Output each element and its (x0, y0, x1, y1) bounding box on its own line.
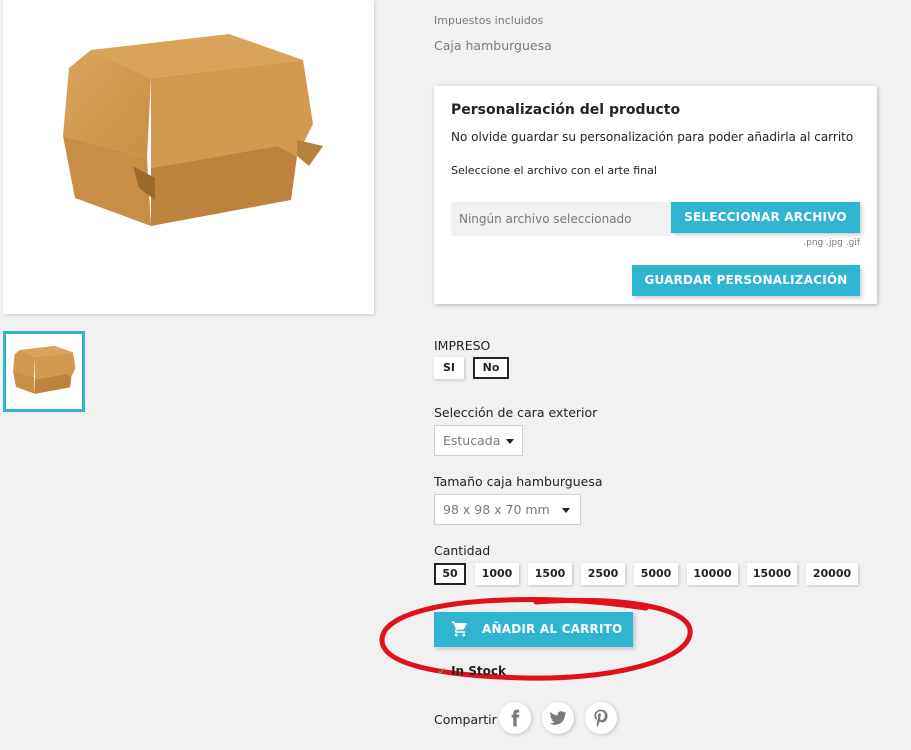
cara-exterior-label: Selección de cara exterior (434, 405, 598, 420)
tamano-value: 98 x 98 x 70 mm (443, 502, 550, 517)
file-label: Seleccione el archivo con el arte final (451, 164, 657, 177)
pinterest-share-button[interactable] (585, 702, 617, 734)
twitter-share-button[interactable] (542, 702, 574, 734)
chevron-down-icon (562, 508, 570, 513)
pinterest-icon (594, 709, 608, 728)
cantidad-option-1000[interactable]: 1000 (475, 563, 519, 585)
tamano-label: Tamaño caja hamburguesa (434, 474, 603, 489)
twitter-icon (549, 711, 567, 725)
cantidad-label: Cantidad (434, 543, 491, 558)
shopping-cart-icon (451, 621, 467, 637)
customization-title: Personalización del producto (451, 102, 681, 118)
tamano-select[interactable]: 98 x 98 x 70 mm (434, 494, 581, 525)
cara-exterior-value: Estucada (443, 433, 501, 448)
product-thumbnail[interactable] (3, 331, 85, 412)
share-label: Compartir (434, 712, 497, 727)
allowed-extensions: .png .jpg .gif (803, 238, 860, 248)
add-to-cart-label: AÑADIR AL CARRITO (482, 622, 623, 636)
product-subtitle: Caja hamburguesa (434, 38, 552, 53)
product-main-image[interactable] (3, 0, 374, 314)
cantidad-option-20000[interactable]: 20000 (806, 563, 858, 585)
cantidad-option-50[interactable]: 50 (434, 563, 466, 585)
tax-note: Impuestos incluidos (434, 14, 544, 27)
cara-exterior-select[interactable]: Estucada (434, 425, 523, 456)
check-icon: ✓ (437, 664, 448, 678)
impreso-option-no[interactable]: No (473, 357, 509, 379)
burger-box-icon (63, 34, 323, 226)
add-to-cart-button[interactable]: AÑADIR AL CARRITO (434, 612, 633, 647)
save-customization-button[interactable]: GUARDAR PERSONALIZACIÓN (632, 265, 860, 296)
file-name-field[interactable]: Ningún archivo seleccionado (451, 202, 671, 236)
select-file-button[interactable]: SELECCIONAR ARCHIVO (671, 202, 860, 233)
cantidad-option-15000[interactable]: 15000 (747, 563, 797, 585)
cantidad-option-10000[interactable]: 10000 (687, 563, 738, 585)
facebook-icon (511, 709, 520, 727)
chevron-down-icon (506, 439, 514, 444)
impreso-option-si[interactable]: SI (434, 357, 464, 379)
burger-box-thumb-icon (13, 345, 76, 394)
stock-status: ✓ In Stock (437, 664, 506, 678)
cantidad-option-5000[interactable]: 5000 (634, 563, 678, 585)
stock-text: In Stock (451, 664, 506, 678)
facebook-share-button[interactable] (499, 702, 531, 734)
customization-description: No olvide guardar su personalización par… (451, 130, 854, 144)
customization-panel: Personalización del producto No olvide g… (434, 86, 877, 304)
cantidad-option-2500[interactable]: 2500 (581, 563, 625, 585)
impreso-label: IMPRESO (434, 338, 491, 353)
cantidad-option-1500[interactable]: 1500 (528, 563, 572, 585)
